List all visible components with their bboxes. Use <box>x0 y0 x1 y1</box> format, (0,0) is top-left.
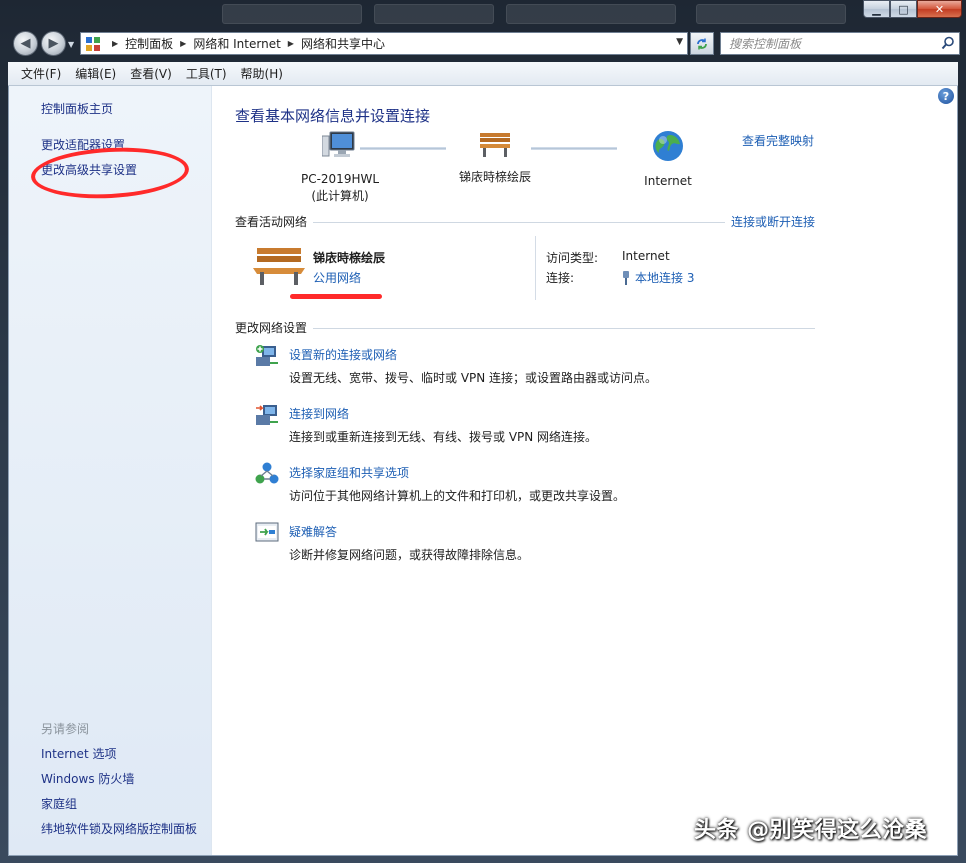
search-icon[interactable] <box>941 36 955 50</box>
troubleshoot-icon <box>255 522 279 542</box>
access-type-value: Internet <box>622 249 670 263</box>
globe-icon <box>653 131 683 161</box>
task-setup-new-connection[interactable]: 设置新的连接或网络 <box>289 346 397 363</box>
background-tab <box>222 4 362 24</box>
menu-view[interactable]: 查看(V) <box>123 65 179 82</box>
close-button[interactable]: ✕ <box>917 0 962 18</box>
watermark-text: 头条 @别笑得这么沧桑 <box>694 818 928 843</box>
navigation-bar: ◀ ▶ ▼ ▶ 控制面板 ▶ 网络和 Internet ▶ 网络和共享中心 ▼ <box>0 28 966 60</box>
search-input[interactable]: 搜索控制面板 <box>720 32 960 55</box>
left-pane: 控制面板主页 更改适配器设置 更改高级共享设置 另请参阅 Internet 选项… <box>9 86 212 855</box>
address-dropdown-icon[interactable]: ▼ <box>676 37 683 47</box>
active-networks-heading: 查看活动网络 <box>235 215 308 229</box>
breadcrumb-separator-icon: ▶ <box>180 39 187 48</box>
recent-pages-dropdown-icon[interactable]: ▼ <box>68 40 74 49</box>
node-this-computer-label: PC-2019HWL (此计算机) <box>280 171 400 205</box>
node-internet-name: Internet <box>644 174 692 188</box>
map-connector <box>531 147 617 150</box>
task-connect-to-network-desc: 连接到或重新连接到无线、有线、拨号或 VPN 网络连接。 <box>289 430 598 444</box>
network-type-link[interactable]: 公用网络 <box>313 269 361 286</box>
background-tab <box>374 4 494 24</box>
connect-disconnect-link[interactable]: 连接或断开连接 <box>731 213 815 230</box>
breadcrumb-control-panel[interactable]: 控制面板 <box>125 35 173 52</box>
menu-bar: 文件(F) 编辑(E) 查看(V) 工具(T) 帮助(H) <box>8 62 958 86</box>
local-connection-name: 本地连接 3 <box>635 271 695 285</box>
breadcrumb-network-internet[interactable]: 网络和 Internet <box>193 35 280 52</box>
task-homegroup-sharing[interactable]: 选择家庭组和共享选项 <box>289 464 409 481</box>
refresh-icon <box>697 38 707 49</box>
address-bar[interactable]: ▶ 控制面板 ▶ 网络和 Internet ▶ 网络和共享中心 ▼ <box>80 32 688 55</box>
change-settings-heading: 更改网络设置 <box>235 321 308 335</box>
ethernet-plug-icon <box>623 270 629 285</box>
access-type-label: 访问类型: <box>546 251 599 265</box>
breadcrumb-separator-icon: ▶ <box>112 39 119 48</box>
sidebar-item-control-panel-home[interactable]: 控制面板主页 <box>41 100 113 117</box>
see-also-homegroup[interactable]: 家庭组 <box>41 795 77 812</box>
maximize-button[interactable]: □ <box>890 0 917 18</box>
task-setup-new-connection-desc: 设置无线、宽带、拨号、临时或 VPN 连接；或设置路由器或访问点。 <box>289 371 658 385</box>
bench-icon <box>480 133 510 157</box>
page-title: 查看基本网络信息并设置连接 <box>235 107 431 125</box>
computer-icon <box>321 131 355 157</box>
menu-help[interactable]: 帮助(H) <box>234 65 290 82</box>
window-frame: ▁ □ ✕ ◀ ▶ ▼ ▶ 控制面板 ▶ 网络和 Internet ▶ 网络和共… <box>0 0 966 863</box>
view-full-map-link[interactable]: 查看完整映射 <box>742 132 814 149</box>
task-connect-to-network[interactable]: 连接到网络 <box>289 405 349 422</box>
content-area: 控制面板主页 更改适配器设置 更改高级共享设置 另请参阅 Internet 选项… <box>8 86 958 856</box>
see-also-internet-options[interactable]: Internet 选项 <box>41 745 116 762</box>
node-this-computer-sub: (此计算机) <box>311 189 369 203</box>
help-icon[interactable]: ? <box>938 88 954 104</box>
network-bench-icon <box>253 248 305 285</box>
refresh-button[interactable] <box>690 32 714 55</box>
node-internet-label: Internet <box>613 173 723 190</box>
see-also-heading: 另请参阅 <box>41 722 90 736</box>
see-also-windows-firewall[interactable]: Windows 防火墙 <box>41 770 134 787</box>
section-divider <box>313 328 815 329</box>
homegroup-icon <box>255 462 279 484</box>
connection-label: 连接: <box>546 271 575 285</box>
menu-file[interactable]: 文件(F) <box>14 65 68 82</box>
node-this-computer-name: PC-2019HWL <box>300 172 380 186</box>
main-pane: 查看基本网络信息并设置连接 查看完整映射 PC-2019HWL (此计算机) 锑… <box>235 86 935 855</box>
search-placeholder: 搜索控制面板 <box>729 37 802 51</box>
back-button[interactable]: ◀ <box>13 31 38 56</box>
task-homegroup-sharing-desc: 访问位于其他网络计算机上的文件和打印机，或更改共享设置。 <box>289 489 626 503</box>
new-connection-icon <box>256 345 278 366</box>
task-troubleshoot[interactable]: 疑难解答 <box>289 523 337 540</box>
map-connector <box>360 147 446 150</box>
menu-edit[interactable]: 编辑(E) <box>68 65 123 82</box>
node-network-label: 锑庡時榇绘辰 <box>440 169 550 186</box>
task-troubleshoot-desc: 诊断并修复网络问题，或获得故障排除信息。 <box>289 548 530 562</box>
breadcrumb-separator-icon: ▶ <box>287 39 294 48</box>
node-network[interactable]: 锑庡時榇绘辰 <box>440 130 550 186</box>
background-tab <box>506 4 676 24</box>
red-annotation-underline <box>290 294 382 299</box>
breadcrumb-network-sharing-center[interactable]: 网络和共享中心 <box>301 35 385 52</box>
node-internet: Internet <box>613 130 723 190</box>
vertical-divider <box>535 236 536 300</box>
background-tab <box>696 4 846 24</box>
node-network-name: 锑庡時榇绘辰 <box>458 170 531 184</box>
connect-network-icon <box>256 405 278 425</box>
section-divider <box>313 222 725 223</box>
control-panel-icon <box>81 34 105 54</box>
forward-button[interactable]: ▶ <box>41 31 66 56</box>
menu-tools[interactable]: 工具(T) <box>179 65 234 82</box>
network-name: 锑庡時榇绘辰 <box>313 251 386 265</box>
local-connection-link[interactable]: 本地连接 3 <box>622 269 694 286</box>
see-also-license-control-panel[interactable]: 纬地软件锁及网络版控制面板 <box>41 820 197 837</box>
window-controls: ▁ □ ✕ <box>863 0 962 18</box>
title-bar: ▁ □ ✕ <box>0 0 966 28</box>
minimize-button[interactable]: ▁ <box>863 0 890 18</box>
node-this-computer: PC-2019HWL (此计算机) <box>280 130 400 205</box>
